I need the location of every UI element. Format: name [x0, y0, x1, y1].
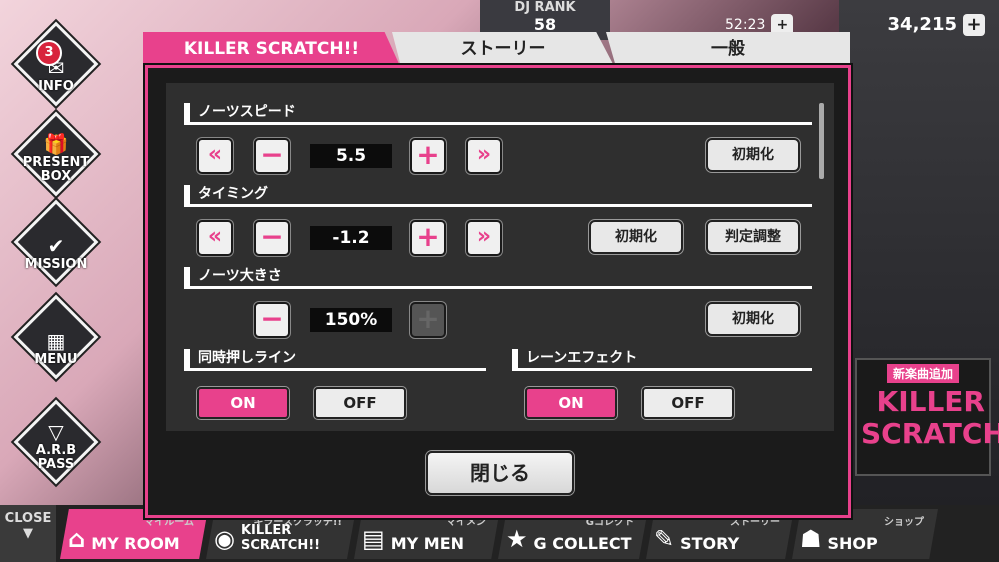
simultaneous-line-on-toggle[interactable]: ON: [197, 387, 289, 419]
timing-reset-button[interactable]: 初期化: [589, 220, 683, 254]
notes-speed-reset-button[interactable]: 初期化: [706, 138, 800, 172]
tab-general[interactable]: 一般: [606, 32, 850, 66]
notes-size-title: ノーツ大きさ: [184, 267, 812, 289]
currency-value: 34,215: [887, 14, 957, 35]
menu-button[interactable]: ▦ MENU: [13, 294, 99, 380]
timing-value: -1.2: [310, 226, 392, 250]
cards-icon: ▤: [362, 525, 385, 553]
nav-sub-label: ショップ: [884, 517, 924, 528]
timing-title: タイミング: [184, 185, 812, 207]
notification-badge: 3: [36, 40, 62, 66]
star-icon: ★: [506, 525, 528, 553]
timing-fast-down-button[interactable]: «: [197, 220, 233, 256]
add-currency-button[interactable]: +: [963, 14, 985, 36]
settings-panel: ノーツスピード « − 5.5 + » 初期化 タイミング « − -1.2 +…: [166, 83, 834, 431]
currency-display: 34,215 +: [888, 14, 985, 36]
checkmark-icon: ✔: [47, 234, 65, 258]
menu-label: MENU: [34, 352, 78, 367]
background-right-panel: [839, 0, 999, 562]
promo-title: KILLER SCRATCH!!: [861, 385, 999, 450]
dj-rank-value: 58: [533, 15, 557, 34]
tab-story[interactable]: ストーリー: [392, 32, 614, 66]
notes-size-down-button[interactable]: −: [254, 302, 290, 338]
disc-icon: ◉: [214, 525, 235, 553]
house-icon: ⌂: [68, 525, 86, 553]
nav-label: SHOP: [827, 534, 878, 553]
notes-size-reset-button[interactable]: 初期化: [706, 302, 800, 336]
settings-dialog: ノーツスピード « − 5.5 + » 初期化 タイミング « − -1.2 +…: [145, 65, 851, 518]
scrollbar[interactable]: [819, 103, 824, 179]
pass-icon: ▽: [48, 420, 64, 444]
nav-label: MY MEN: [390, 534, 465, 553]
notes-speed-up-button[interactable]: +: [410, 138, 446, 174]
notes-speed-fast-up-button[interactable]: »: [466, 138, 502, 174]
nav-label: MY ROOM: [91, 534, 180, 553]
arb-pass-label: A.R.B PASS: [35, 443, 77, 472]
promo-banner[interactable]: 新楽曲追加 KILLER SCRATCH!!: [855, 358, 999, 476]
notes-speed-value: 5.5: [310, 144, 392, 168]
present-box-label: PRESENT BOX: [22, 155, 90, 184]
notes-size-value: 150%: [310, 308, 392, 332]
timing-down-button[interactable]: −: [254, 220, 290, 256]
chevron-down-icon: ▼: [23, 526, 33, 541]
notes-speed-title: ノーツスピード: [184, 103, 812, 125]
shop-icon: ☗: [800, 525, 822, 553]
book-icon: ✎: [654, 525, 675, 553]
lane-effect-title: レーンエフェクト: [512, 349, 812, 371]
nav-label: STORY: [680, 534, 740, 553]
arb-pass-button[interactable]: ▽ A.R.B PASS: [13, 399, 99, 485]
notes-speed-down-button[interactable]: −: [254, 138, 290, 174]
lane-effect-on-toggle[interactable]: ON: [525, 387, 617, 419]
simultaneous-line-title: 同時押しライン: [184, 349, 486, 371]
timing-fast-up-button[interactable]: »: [466, 220, 502, 256]
timing-adjust-button[interactable]: 判定調整: [706, 220, 800, 254]
simultaneous-line-off-toggle[interactable]: OFF: [314, 387, 406, 419]
info-label: INFO: [38, 79, 74, 94]
lane-effect-off-toggle[interactable]: OFF: [642, 387, 734, 419]
nav-label: G COLLECT: [533, 534, 632, 553]
timer-text: 52:23: [725, 17, 766, 33]
notes-speed-fast-down-button[interactable]: «: [197, 138, 233, 174]
notes-size-up-button[interactable]: +: [410, 302, 446, 338]
grid-icon: ▦: [46, 329, 66, 353]
nav-close-button[interactable]: CLOSE ▼: [0, 505, 56, 562]
close-dialog-button[interactable]: 閉じる: [426, 451, 574, 495]
present-box-button[interactable]: 🎁 PRESENT BOX: [13, 111, 99, 197]
tab-killer-scratch[interactable]: KILLER SCRATCH!!: [143, 32, 400, 66]
mission-label: MISSION: [24, 257, 88, 272]
dj-rank-label: DJ RANK: [514, 0, 576, 15]
gift-icon: 🎁: [43, 132, 69, 156]
mission-button[interactable]: ✔ MISSION: [13, 199, 99, 285]
nav-close-label: CLOSE: [4, 511, 52, 526]
promo-tag: 新楽曲追加: [887, 364, 960, 383]
info-button[interactable]: ✉ INFO 3: [13, 21, 99, 107]
timing-up-button[interactable]: +: [410, 220, 446, 256]
